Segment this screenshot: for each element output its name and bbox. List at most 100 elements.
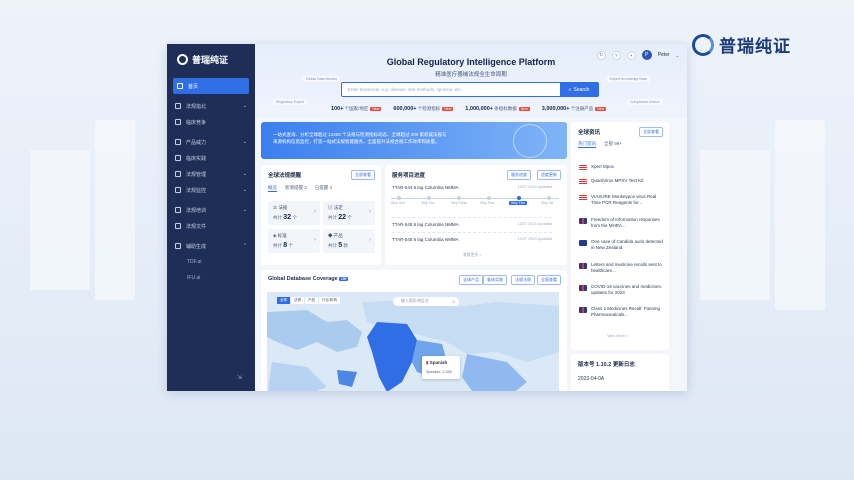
float-tag: Regulatory Expert: [273, 99, 308, 105]
task-row[interactable]: TTAR-544 6 lag Columbia NMMA 12/27 2023 …: [392, 185, 552, 190]
step-label: Step Three: [451, 201, 468, 205]
float-tag: Global Data Monitor: [303, 76, 341, 82]
search-input[interactable]: Enter keywords, e.g. disease, test metho…: [342, 87, 560, 92]
main-content: Global Regulatory Intelligence Platform …: [255, 44, 687, 391]
news-item[interactable]: One case of Candida auris detected in Ne…: [579, 239, 663, 251]
tab-new[interactable]: 新增提醒 3: [285, 185, 307, 192]
news-item[interactable]: COVID-19 vaccines and medicines: updates…: [579, 284, 663, 296]
uk-flag-icon: [579, 285, 587, 291]
news-item[interactable]: Letters and medicine recalls sent to hea…: [579, 262, 663, 274]
background-panel: [95, 120, 135, 300]
news-card: 全球资讯 全部查看 热门资讯 全部 99+ Xpert Mpox QuantVi…: [571, 122, 669, 350]
step-label: Step Six: [541, 201, 554, 205]
news-item[interactable]: QuantVirus MPXV Test Kit: [579, 178, 663, 185]
book-icon: [175, 103, 181, 109]
chevron-up-icon: ⌃: [242, 243, 247, 249]
sidebar-item-generation[interactable]: 辅助生成 ⌃: [167, 238, 255, 254]
sidebar-item-regulation-monitor[interactable]: 法规监控 ⌄: [167, 182, 255, 198]
chart-icon: [175, 119, 181, 125]
search-button[interactable]: ⌕ Search: [560, 83, 598, 96]
background-panel: [30, 150, 90, 290]
coverage-filter-button[interactable]: 临床实践: [483, 275, 507, 285]
stat-item: 100+ 个国家/地区 New: [331, 106, 382, 112]
sidebar-item-home[interactable]: 首页: [173, 78, 249, 94]
tab-hot-news[interactable]: 热门资讯: [578, 141, 596, 148]
uk-flag-icon: [579, 307, 587, 313]
sidebar-item-regulations[interactable]: 法规指北 ⌄: [167, 98, 255, 114]
news-item[interactable]: Freedom of Information responses from th…: [579, 217, 663, 229]
float-tag: Expert Knowledge Base: [607, 76, 651, 82]
view-more-link[interactable]: 查看更多 >: [463, 253, 481, 258]
user-name[interactable]: Peter: [658, 52, 670, 58]
sidebar-item-clinical-practice[interactable]: 临床实践: [167, 150, 255, 166]
sidebar-brand[interactable]: 普瑞纯证: [167, 44, 255, 74]
chevron-right-icon: ›: [314, 237, 316, 243]
news-item[interactable]: VIASURE Monkeypox virus Real Time PCR Re…: [579, 194, 663, 206]
sidebar-item-products[interactable]: 产品威力 ⌄: [167, 134, 255, 150]
watch-stat-box[interactable]: ▤ 法定 共计 22 个 ›: [323, 201, 375, 225]
app-window: 普瑞纯证 首页 法规指北 ⌄ 临床竞争 产品威力 ⌄ 临床实践 法规管理 ⌄ 法规监控…: [167, 44, 687, 391]
notification-icon[interactable]: ▪: [626, 50, 636, 60]
intro-banner[interactable]: 一站式查询、分析全球超过 12400 个法规与检测指标动态、全球超过 200 家…: [261, 122, 567, 159]
map-tabs: 全球 法规 产品 行业/机构: [277, 297, 340, 304]
background-panel: [700, 150, 770, 300]
map-tab[interactable]: 产品: [305, 297, 318, 304]
watch-stat-box[interactable]: ◈ 标准 共计 8 个 ›: [268, 229, 320, 253]
step-label: Step Two: [421, 201, 435, 205]
view-more-link[interactable]: View More >: [607, 334, 628, 338]
task-row[interactable]: TTAR-545 6 lag Columbia NMMA 12/27 2023 …: [392, 237, 552, 242]
help-icon[interactable]: ?: [611, 50, 621, 60]
progress-button[interactable]: 服务进度: [507, 170, 531, 180]
sidebar: 普瑞纯证 首页 法规指北 ⌄ 临床竞争 产品威力 ⌄ 临床实践 法规管理 ⌄ 法规监控…: [167, 44, 255, 391]
new-badge: New: [595, 107, 607, 111]
coverage-view-button[interactable]: 全面查看: [537, 275, 561, 285]
coverage-card: Global Database Coverage Off 全球产品 临床实践 法…: [261, 270, 567, 391]
sidebar-item-clinical-competition[interactable]: 临床竞争: [167, 114, 255, 130]
map-search-input[interactable]: 输入国家/地区名 ⌕: [393, 297, 459, 306]
tab-overview[interactable]: 概览: [268, 185, 277, 192]
tab-all-news[interactable]: 全部 99+: [604, 141, 622, 148]
collapse-sidebar-icon[interactable]: ⇲: [237, 374, 242, 381]
eye-icon: [175, 187, 181, 193]
sidebar-item-regulation-management[interactable]: 法规管理 ⌄: [167, 166, 255, 182]
sidebar-item-training[interactable]: 法规培训 ⌄: [167, 202, 255, 218]
file-icon: [175, 223, 181, 229]
map-tab[interactable]: 全球: [277, 297, 290, 304]
task-row[interactable]: TTAR-545 6 lag Columbia NMMA 12/27 2023 …: [392, 222, 552, 227]
sidebar-item-files[interactable]: 法规文件: [167, 218, 255, 234]
news-tabs: 热门资讯 全部 99+: [578, 141, 622, 148]
map-tab[interactable]: 行业/机构: [319, 297, 340, 304]
tab-done[interactable]: 已提醒 4: [315, 185, 332, 192]
corner-brand-text: 普瑞纯证: [719, 37, 791, 56]
chevron-down-icon[interactable]: ⌄: [676, 53, 679, 58]
coverage-filter-button[interactable]: 全球产品: [459, 275, 483, 285]
news-item[interactable]: Xpert Mpox: [579, 164, 663, 171]
brand-logo-icon: [177, 53, 188, 65]
sidebar-subitem-tdf[interactable]: TDF.ai: [167, 254, 255, 270]
step-label: Step One: [391, 201, 405, 205]
refresh-icon[interactable]: ↻: [596, 50, 606, 60]
coverage-filter-button[interactable]: 法规法规: [511, 275, 535, 285]
changelog-title: 版本号 1.10.2 更新日志: [578, 362, 635, 368]
globe-decoration-icon: [513, 124, 547, 158]
update-button[interactable]: 进度更新: [537, 170, 561, 180]
card-title: 全球法规提醒: [268, 173, 302, 179]
map-tab[interactable]: 法规: [291, 297, 304, 304]
us-flag-icon: [579, 195, 587, 201]
us-flag-icon: [579, 179, 587, 185]
news-item[interactable]: Class 2 Medicines Recall: Fanning Pharma…: [579, 306, 663, 318]
step-dot: [547, 196, 551, 200]
stat-item: 3,000,000+ 个注册产品 New: [541, 106, 607, 112]
view-all-button[interactable]: 全部查看: [639, 127, 663, 137]
sidebar-subitem-ifu[interactable]: IFU.ai: [167, 270, 255, 286]
nz-flag-icon: [579, 240, 587, 246]
world-map[interactable]: 全球 法规 产品 行业/机构 输入国家/地区名 ⌕ ▮ Spanish Spea…: [267, 292, 559, 391]
watch-stat-box[interactable]: ◆ 产品 共计 5 款 ›: [323, 229, 375, 253]
view-all-button[interactable]: 全部查看: [351, 170, 375, 180]
doc-icon: ▤: [328, 205, 333, 210]
avatar[interactable]: P: [641, 50, 652, 60]
step-dot-active: [517, 196, 521, 200]
step-dot: [427, 196, 431, 200]
watch-stat-box[interactable]: ⚖ 法规 共计 32 个 ›: [268, 201, 320, 225]
map-tooltip: ▮ Spanish Speaker: 1.356: [422, 356, 460, 379]
